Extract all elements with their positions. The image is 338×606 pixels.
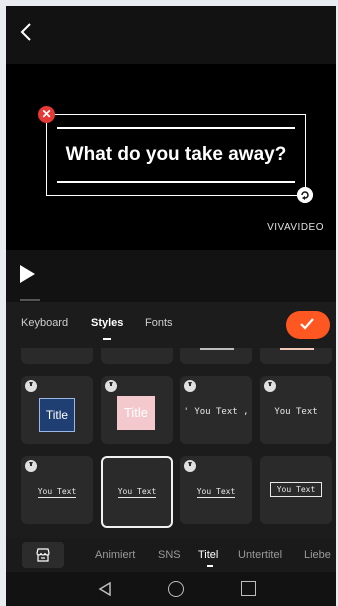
- style-sample-text: You Text: [103, 487, 171, 498]
- panel-tabs: Keyboard Styles Fonts: [6, 302, 336, 348]
- top-bar: [6, 6, 336, 62]
- download-icon: [25, 380, 37, 392]
- text-style-panel: Keyboard Styles Fonts Title Title ' You …: [6, 302, 336, 606]
- playback-bar: [6, 250, 336, 302]
- download-icon: [25, 460, 37, 472]
- play-icon[interactable]: [20, 265, 35, 283]
- style-tile-quote[interactable]: ' You Text ,: [180, 376, 252, 444]
- style-sample-text: ' You Text ,: [183, 407, 249, 417]
- style-tile[interactable]: [260, 348, 332, 364]
- style-sample-label: You Text: [37, 487, 77, 498]
- category-titel[interactable]: Titel: [198, 549, 218, 561]
- download-icon: [105, 380, 117, 392]
- active-category-indicator: [207, 565, 213, 567]
- download-icon: [264, 380, 276, 392]
- style-tile-title-pink[interactable]: Title: [101, 376, 173, 444]
- style-tile-boxed[interactable]: You Text: [260, 456, 332, 524]
- style-sample-label: You Text: [196, 487, 236, 498]
- style-tile[interactable]: [180, 348, 252, 364]
- back-chevron-icon[interactable]: [16, 20, 38, 44]
- watermark-logo: VIVAVIDEO: [267, 222, 324, 233]
- nav-back-icon[interactable]: [98, 582, 112, 596]
- style-sample-text: You Text: [270, 482, 322, 497]
- category-tabs: Animiert SNS Titel Untertitel Liebe: [6, 538, 336, 572]
- confirm-button[interactable]: [286, 311, 330, 339]
- style-sample-text: Title: [39, 398, 75, 432]
- style-tile-title-blue[interactable]: Title: [21, 376, 93, 444]
- active-tab-indicator: [103, 338, 111, 340]
- style-tile[interactable]: [21, 348, 93, 364]
- overlay-top-line: [57, 127, 295, 129]
- video-preview[interactable]: What do you take away? ✕ VIVAVIDEO: [6, 64, 336, 250]
- tab-styles[interactable]: Styles: [91, 317, 123, 329]
- download-icon: [184, 380, 196, 392]
- style-sample-text: You Text: [21, 487, 93, 498]
- overlay-bottom-line: [57, 181, 295, 183]
- style-sample-text: You Text: [274, 407, 318, 417]
- category-liebe[interactable]: Liebe: [304, 549, 331, 561]
- style-tile-underline[interactable]: You Text: [21, 456, 93, 524]
- style-tile-plain[interactable]: You Text: [260, 376, 332, 444]
- style-preview-bar: [200, 348, 234, 350]
- nav-home-icon[interactable]: [168, 581, 184, 597]
- store-icon: [36, 548, 50, 562]
- nav-recents-icon[interactable]: [241, 581, 256, 596]
- style-tile-underline-2[interactable]: You Text: [180, 456, 252, 524]
- style-tile-selected[interactable]: You Text: [101, 456, 173, 528]
- category-animiert[interactable]: Animiert: [95, 549, 135, 561]
- style-tile[interactable]: [101, 348, 173, 364]
- category-sns[interactable]: SNS: [158, 549, 181, 561]
- timeline-indicator: [20, 299, 40, 301]
- system-nav-bar: [6, 572, 336, 606]
- store-button[interactable]: [22, 542, 64, 568]
- download-icon: [184, 460, 196, 472]
- rotate-scale-handle-icon[interactable]: [297, 187, 313, 203]
- tab-keyboard[interactable]: Keyboard: [21, 317, 68, 329]
- style-grid: Title Title ' You Text , You Text You Te…: [6, 348, 336, 538]
- style-sample-text: You Text: [180, 487, 252, 498]
- style-sample-label: You Text: [117, 487, 157, 498]
- text-overlay-frame[interactable]: What do you take away?: [46, 114, 306, 196]
- checkmark-icon: [300, 318, 314, 330]
- style-sample-text: Title: [117, 396, 155, 430]
- app-screen: What do you take away? ✕ VIVAVIDEO Keybo…: [6, 6, 336, 606]
- style-preview-bar: [280, 348, 314, 350]
- category-untertitel[interactable]: Untertitel: [238, 549, 282, 561]
- tab-fonts[interactable]: Fonts: [145, 317, 173, 329]
- delete-overlay-icon[interactable]: ✕: [38, 106, 55, 123]
- overlay-caption: What do you take away?: [65, 144, 287, 165]
